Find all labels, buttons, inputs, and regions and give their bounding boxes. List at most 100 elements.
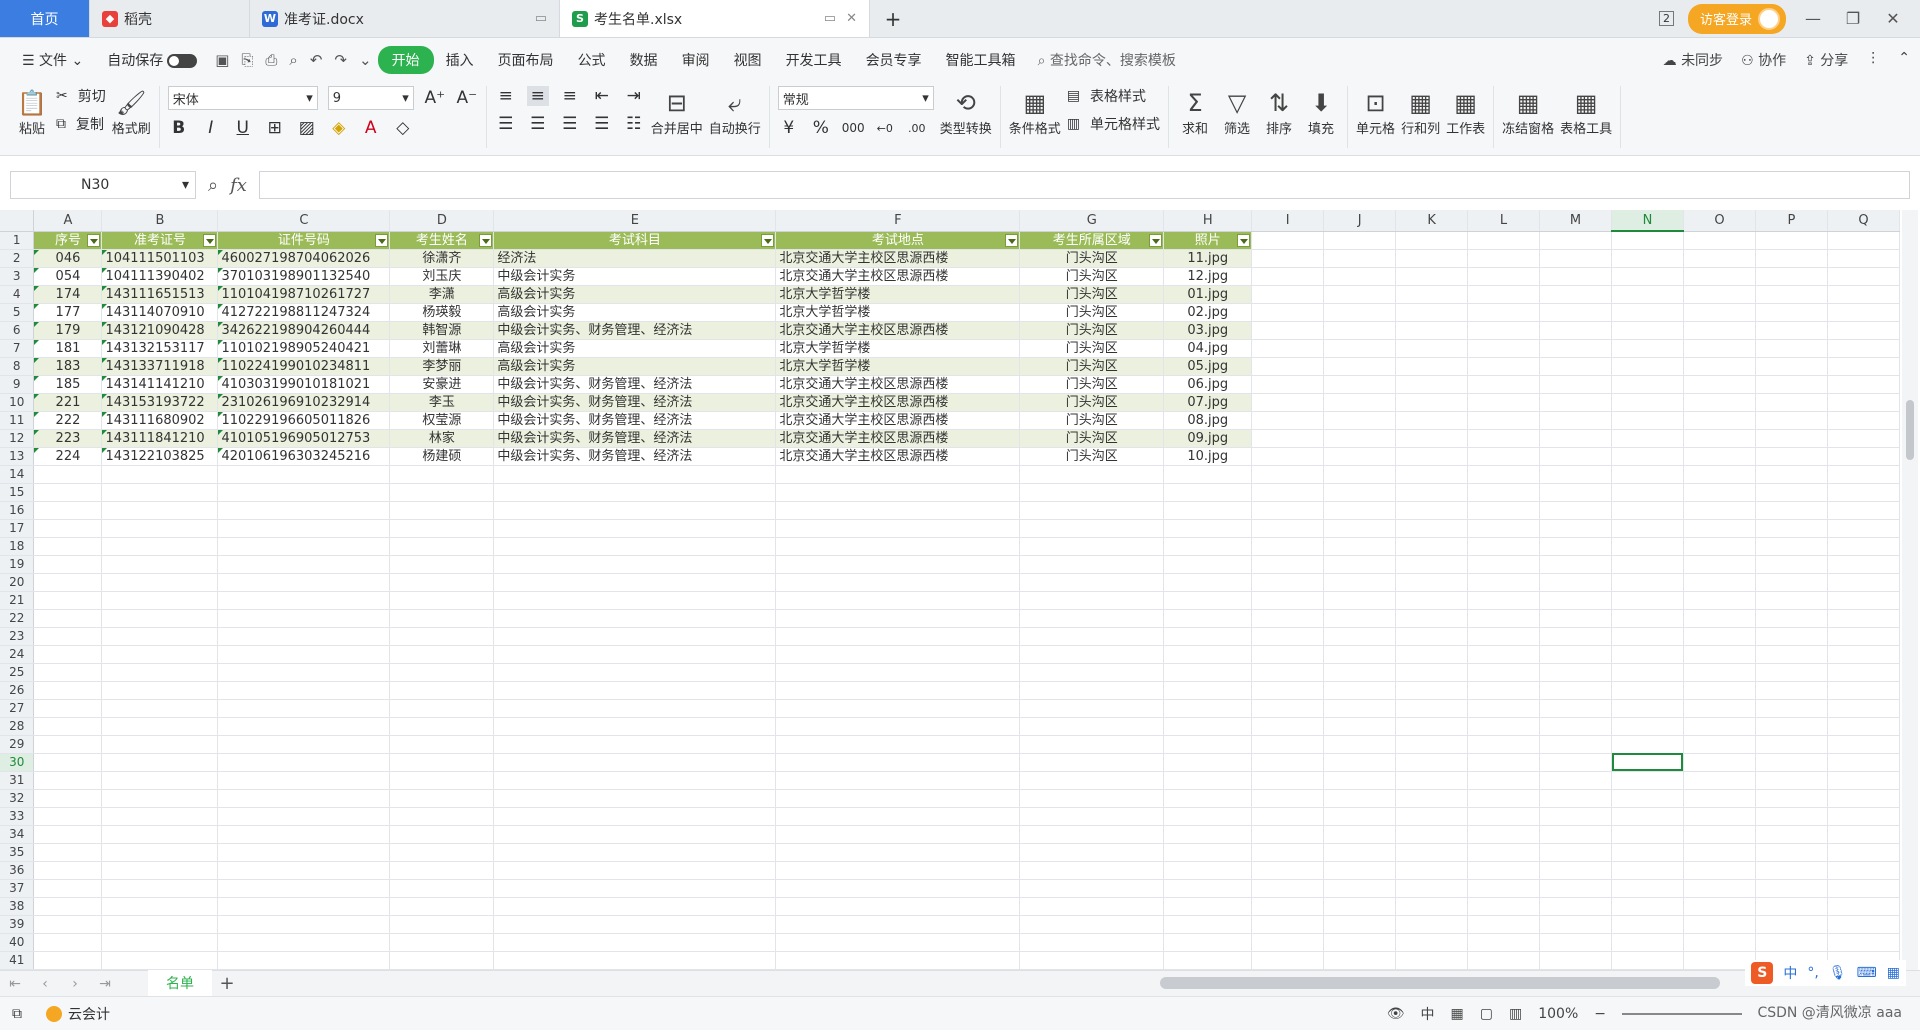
spreadsheet-grid[interactable]: A B C D E F G H I J K L M N O P Q 1 序号 准考证号 证件号码 考生姓名 考试科目 考试地点… xyxy=(0,210,1900,970)
cell[interactable] xyxy=(775,861,1021,880)
decrease-decimal-icon[interactable]: .00 xyxy=(906,122,928,135)
cell[interactable] xyxy=(1611,627,1684,646)
cell[interactable] xyxy=(1755,339,1828,358)
collab-button[interactable]: ⚇ 协作 xyxy=(1741,50,1786,70)
cell[interactable] xyxy=(33,519,103,538)
cell[interactable]: 179 xyxy=(33,321,103,340)
cell[interactable] xyxy=(33,501,103,520)
cell[interactable]: 06.jpg xyxy=(1163,375,1253,394)
cell[interactable] xyxy=(1467,267,1541,286)
cell[interactable] xyxy=(217,573,391,592)
cell[interactable] xyxy=(1251,429,1325,448)
cell[interactable] xyxy=(1323,681,1397,700)
cell[interactable] xyxy=(1539,645,1612,664)
cell[interactable]: 门头沟区 xyxy=(1019,393,1165,412)
cell[interactable] xyxy=(101,735,219,754)
row-header[interactable]: 36 xyxy=(0,861,35,880)
menu-smart-toolbox[interactable]: 智能工具箱 xyxy=(934,46,1028,74)
cell[interactable] xyxy=(101,555,219,574)
cell[interactable] xyxy=(1683,879,1756,898)
share-button[interactable]: ⇪ 分享 xyxy=(1804,50,1848,70)
cell[interactable] xyxy=(775,825,1021,844)
cell[interactable] xyxy=(1395,231,1469,250)
cell[interactable] xyxy=(389,645,495,664)
cell[interactable] xyxy=(1755,519,1828,538)
cell[interactable] xyxy=(1163,663,1253,682)
scroll-thumb[interactable] xyxy=(1906,400,1914,460)
header-cell[interactable]: 考试地点 xyxy=(775,231,1021,250)
cell[interactable] xyxy=(1683,897,1756,916)
cell[interactable] xyxy=(1827,879,1900,898)
cell[interactable] xyxy=(217,537,391,556)
cell[interactable]: 林家 xyxy=(389,429,495,448)
cell[interactable] xyxy=(1755,897,1828,916)
cell[interactable] xyxy=(1539,735,1612,754)
cell[interactable] xyxy=(1827,807,1900,826)
cell[interactable] xyxy=(1827,717,1900,736)
cell[interactable] xyxy=(775,663,1021,682)
cell[interactable] xyxy=(33,573,103,592)
cell[interactable] xyxy=(1539,357,1612,376)
cell[interactable] xyxy=(1251,303,1325,322)
cell[interactable] xyxy=(1251,555,1325,574)
login-button[interactable]: 访客登录 xyxy=(1687,3,1786,34)
cell[interactable] xyxy=(1323,501,1397,520)
cell[interactable] xyxy=(1539,681,1612,700)
cell[interactable] xyxy=(1395,843,1469,862)
cell[interactable] xyxy=(1755,267,1828,286)
cell[interactable] xyxy=(1539,933,1612,952)
cell[interactable] xyxy=(1755,933,1828,952)
align-middle-icon[interactable]: ≡ xyxy=(526,86,549,106)
cell[interactable]: 054 xyxy=(33,267,103,286)
cell[interactable] xyxy=(1683,933,1756,952)
cell[interactable] xyxy=(1395,681,1469,700)
cell[interactable] xyxy=(217,861,391,880)
row-header[interactable]: 41 xyxy=(0,951,35,970)
cell[interactable] xyxy=(1467,645,1541,664)
wrap-text-button[interactable]: ⤶ 自动换行 xyxy=(709,86,761,137)
cell[interactable] xyxy=(1683,807,1756,826)
cell[interactable]: 北京交通大学主校区思源西楼 xyxy=(775,447,1021,466)
cell[interactable] xyxy=(1251,825,1325,844)
cell[interactable] xyxy=(1539,537,1612,556)
cell[interactable] xyxy=(775,699,1021,718)
column-header[interactable]: P xyxy=(1755,210,1828,232)
cell[interactable] xyxy=(101,951,219,970)
export-pdf-icon[interactable]: ⎘ xyxy=(235,51,259,69)
row-header[interactable]: 34 xyxy=(0,825,35,844)
table-style-button[interactable]: ▤ 表格样式 xyxy=(1067,86,1160,106)
menu-page-layout[interactable]: 页面布局 xyxy=(486,46,566,74)
cell[interactable] xyxy=(1539,897,1612,916)
column-header[interactable]: C xyxy=(217,210,391,232)
cell[interactable] xyxy=(1019,843,1165,862)
cell[interactable]: 181 xyxy=(33,339,103,358)
cell[interactable] xyxy=(101,699,219,718)
cell[interactable] xyxy=(389,789,495,808)
cell[interactable]: 高级会计实务 xyxy=(493,339,777,358)
cell[interactable] xyxy=(1395,717,1469,736)
table-tools-button[interactable]: ▦ 表格工具 xyxy=(1560,86,1612,137)
cell[interactable] xyxy=(101,807,219,826)
cell[interactable] xyxy=(1467,303,1541,322)
cell[interactable] xyxy=(1827,861,1900,880)
cell[interactable] xyxy=(1611,753,1684,772)
cell[interactable] xyxy=(1683,735,1756,754)
more-icon[interactable]: ⋮ xyxy=(1866,50,1880,70)
cell[interactable] xyxy=(1539,771,1612,790)
cell[interactable] xyxy=(1323,393,1397,412)
cell[interactable]: 10.jpg xyxy=(1163,447,1253,466)
cell[interactable] xyxy=(1395,519,1469,538)
header-cell[interactable]: 考生所属区域 xyxy=(1019,231,1165,250)
row-header[interactable]: 6 xyxy=(0,321,35,340)
row-header[interactable]: 17 xyxy=(0,519,35,538)
cell[interactable] xyxy=(1611,267,1684,286)
cell[interactable] xyxy=(33,645,103,664)
cell[interactable] xyxy=(1539,285,1612,304)
row-col-button[interactable]: ▦ 行和列 xyxy=(1401,86,1440,137)
cell[interactable] xyxy=(1683,429,1756,448)
cell[interactable]: 046 xyxy=(33,249,103,268)
cell[interactable]: 刘蕾琳 xyxy=(389,339,495,358)
cell[interactable]: 李潇 xyxy=(389,285,495,304)
cell[interactable] xyxy=(101,681,219,700)
cell[interactable] xyxy=(1163,843,1253,862)
